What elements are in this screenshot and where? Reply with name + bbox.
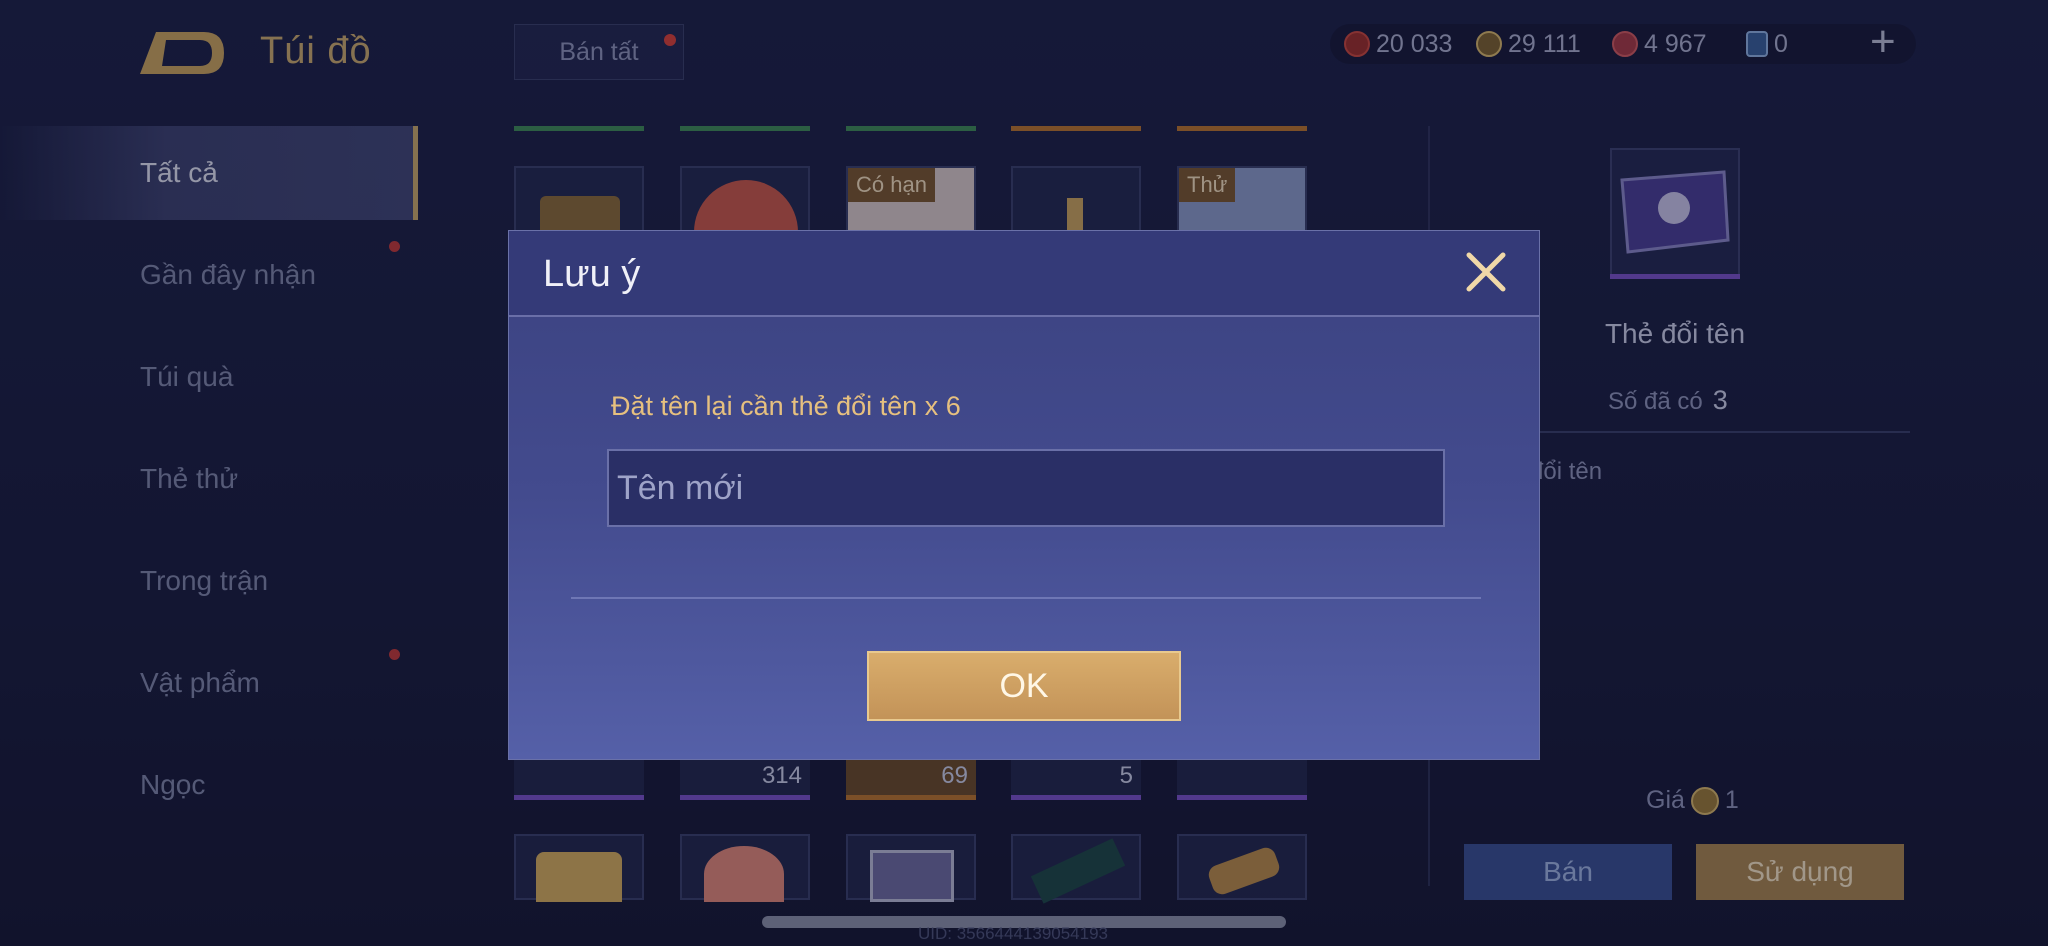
ok-label: OK <box>999 666 1049 705</box>
rename-hint: Đặt tên lại cần thẻ đổi tên x 6 <box>611 391 961 421</box>
ok-button[interactable]: OK <box>867 651 1181 721</box>
close-icon[interactable] <box>1463 249 1509 295</box>
dialog-divider <box>571 597 1481 599</box>
new-name-input[interactable] <box>607 449 1445 527</box>
dialog-title: Lưu ý <box>543 253 641 295</box>
rename-dialog: Lưu ý Đặt tên lại cần thẻ đổi tên x 6 OK <box>508 230 1540 760</box>
dialog-header <box>509 231 1539 317</box>
